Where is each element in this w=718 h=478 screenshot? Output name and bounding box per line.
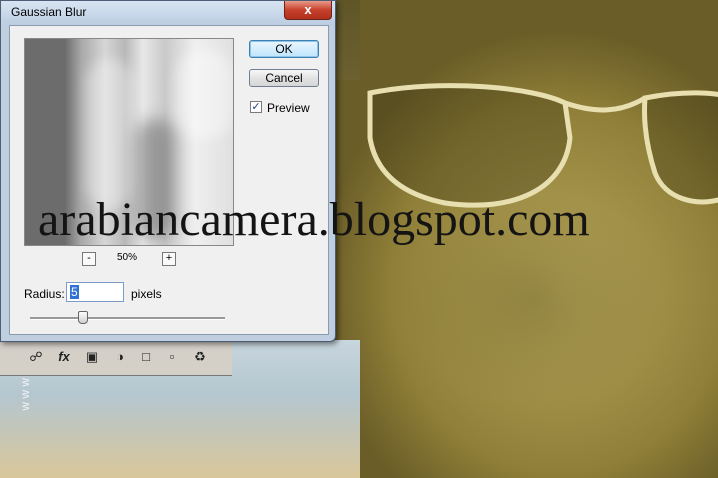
new-layer-icon[interactable]: ▫ xyxy=(164,349,180,365)
dialog-body: - 50% + Radius: 5 pixels OK Cancel ✓ Pre… xyxy=(9,25,329,335)
gaussian-blur-dialog: Gaussian Blur x - 50% + Radius: 5 pixels… xyxy=(0,0,336,342)
radius-slider[interactable] xyxy=(30,317,225,320)
radius-value: 5 xyxy=(70,285,79,299)
folder-icon[interactable]: □ xyxy=(138,349,154,365)
ok-button[interactable]: OK xyxy=(249,40,319,58)
cancel-button[interactable]: Cancel xyxy=(249,69,319,87)
mask-icon[interactable]: ▣ xyxy=(84,349,100,365)
preview-label: Preview xyxy=(267,101,310,115)
zoom-in-button[interactable]: + xyxy=(162,252,176,266)
close-button[interactable]: x xyxy=(284,1,332,20)
layers-panel-toolbar: ☍ fx ▣ ◑ □ ▫ ♻ xyxy=(0,338,232,376)
watermark-text: arabiancamera.blogspot.com xyxy=(38,193,590,246)
preview-blur-highlight xyxy=(175,49,233,139)
adjustment-icon[interactable]: ◑ xyxy=(112,349,128,365)
link-icon[interactable]: ☍ xyxy=(28,349,44,365)
trash-icon[interactable]: ♻ xyxy=(192,349,208,365)
zoom-out-button[interactable]: - xyxy=(82,252,96,266)
radius-input[interactable]: 5 xyxy=(66,282,124,302)
preview-blur-highlight xyxy=(85,59,135,209)
radius-slider-thumb[interactable] xyxy=(78,311,88,324)
zoom-level: 50% xyxy=(117,252,138,263)
radius-label: Radius: xyxy=(24,287,65,301)
fx-icon[interactable]: fx xyxy=(56,349,72,365)
preview-checkbox[interactable]: ✓ xyxy=(250,101,262,113)
dialog-title: Gaussian Blur xyxy=(11,5,87,19)
vertical-watermark: w w w xyxy=(18,378,32,411)
radius-unit: pixels xyxy=(131,287,162,301)
